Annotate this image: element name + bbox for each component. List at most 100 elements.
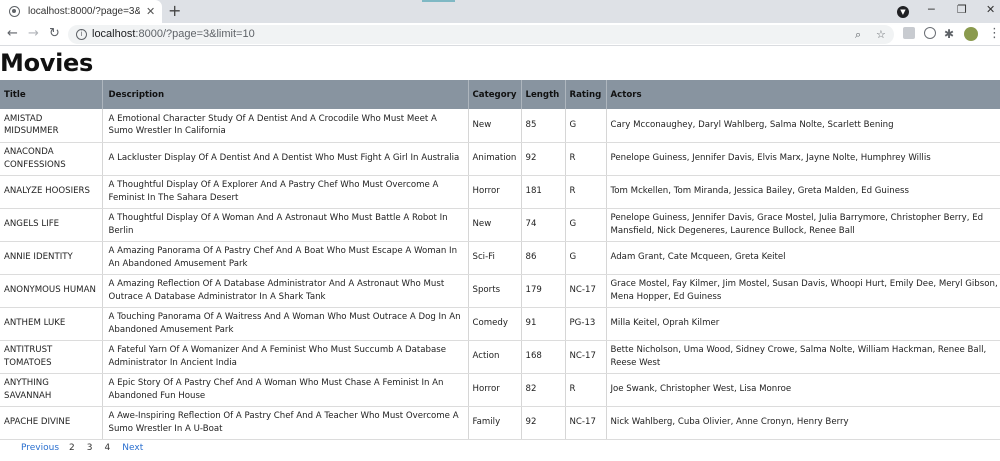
avatar[interactable] (964, 27, 978, 41)
table-row: APACHE DIVINE A Awe-Inspiring Reflection … (0, 406, 1000, 440)
cell-length: 179 (520, 274, 565, 308)
cell-rating: G (564, 109, 606, 143)
close-window-icon[interactable]: ✕ (986, 2, 995, 18)
cell-rating: G (564, 241, 606, 275)
cell-length: 168 (520, 340, 565, 374)
cell-rating: NC-17 (564, 340, 606, 374)
column-header-description: Description (101, 80, 468, 109)
cell-title: ANNIE IDENTITY (0, 241, 102, 275)
back-icon[interactable]: ← (7, 26, 18, 42)
cell-length: 82 (520, 373, 565, 407)
cell-category: Family (467, 406, 521, 440)
cell-length: 91 (520, 307, 565, 341)
cell-actors: Penelope Guiness, Jennifer Davis, Elvis … (605, 142, 1000, 176)
extension-circle-icon[interactable] (924, 27, 936, 39)
minimize-icon[interactable]: ─ (928, 2, 935, 18)
cell-rating: R (564, 373, 606, 407)
page-number[interactable]: 2 (69, 442, 75, 454)
pagination: Previous 2 3 4 Next (21, 442, 153, 454)
cell-category: Horror (467, 175, 521, 209)
cell-rating: R (564, 175, 606, 209)
cell-category: Animation (467, 142, 521, 176)
cell-length: 181 (520, 175, 565, 209)
cell-actors: Penelope Guiness, Jennifer Davis, Grace … (605, 208, 1000, 242)
cell-rating: G (564, 208, 606, 242)
cell-title: APACHE DIVINE (0, 406, 102, 440)
cell-category: Sports (467, 274, 521, 308)
cell-category: Comedy (467, 307, 521, 341)
next-page-link[interactable]: Next (122, 442, 143, 454)
table-row: AMISTAD MIDSUMMER A Emotional Character S… (0, 109, 1000, 143)
cell-description: A Awe-Inspiring Reflection Of A Pastry C… (101, 406, 468, 440)
table-row: ANTHEM LUKE A Touching Panorama Of A Wait… (0, 307, 1000, 341)
column-header-category: Category (467, 80, 521, 109)
zoom-icon[interactable]: ⌕ (855, 27, 861, 42)
column-header-title: Title (0, 80, 102, 109)
table-row: ANONYMOUS HUMAN A Amazing Reflection Of A… (0, 274, 1000, 308)
cell-actors: Nick Wahlberg, Cuba Olivier, Anne Cronyn… (605, 406, 1000, 440)
cell-description: A Lackluster Display Of A Dentist And A … (101, 142, 468, 176)
column-header-actors: Actors (605, 80, 1000, 109)
bookmark-star-icon[interactable]: ☆ (876, 27, 886, 42)
cell-rating: PG-13 (564, 307, 606, 341)
cell-category: Action (467, 340, 521, 374)
cell-title: AMISTAD MIDSUMMER (0, 109, 102, 143)
browser-toolbar: ← → ↻ i localhost:8000/?page=3&limit=10 … (0, 23, 1000, 46)
cell-length: 74 (520, 208, 565, 242)
cell-actors: Adam Grant, Cate Mcqueen, Greta Keitel (605, 241, 1000, 275)
cell-actors: Cary Mcconaughey, Daryl Wahlberg, Salma … (605, 109, 1000, 143)
table-header-row: Title Description Category Length Rating… (0, 80, 1000, 109)
page-number[interactable]: 4 (105, 442, 111, 454)
table-row: ANNIE IDENTITY A Amazing Panorama Of A Pa… (0, 241, 1000, 275)
cell-length: 85 (520, 109, 565, 143)
cell-description: A Amazing Panorama Of A Pastry Chef And … (101, 241, 468, 275)
cell-rating: R (564, 142, 606, 176)
menu-kebab-icon[interactable]: ⋮ (988, 26, 1000, 42)
cell-title: ANGELS LIFE (0, 208, 102, 242)
forward-icon[interactable]: → (28, 26, 39, 42)
cell-actors: Milla Keitel, Oprah Kilmer (605, 307, 1000, 341)
extension-icon[interactable] (903, 27, 915, 39)
browser-tab-strip: localhost:8000/?page=3&limit=1 ✕ + ▼ ─ ❐… (0, 0, 1000, 23)
cell-title: ANALYZE HOOSIERS (0, 175, 102, 209)
cell-actors: Grace Mostel, Fay Kilmer, Jim Mostel, Su… (605, 274, 1000, 308)
previous-page-link[interactable]: Previous (21, 442, 59, 454)
cell-title: ANTITRUST TOMATOES (0, 340, 102, 374)
reload-icon[interactable]: ↻ (49, 26, 60, 42)
cell-category: New (467, 109, 521, 143)
cell-category: Sci-Fi (467, 241, 521, 275)
address-bar[interactable]: i localhost:8000/?page=3&limit=10 ⌕ ☆ (68, 25, 894, 44)
tab-strip-accent (422, 0, 455, 2)
cell-description: A Emotional Character Study Of A Dentist… (101, 109, 468, 143)
cell-actors: Bette Nicholson, Uma Wood, Sidney Crowe,… (605, 340, 1000, 374)
column-header-rating: Rating (564, 80, 606, 109)
cell-rating: NC-17 (564, 406, 606, 440)
page-number[interactable]: 3 (87, 442, 93, 454)
new-tab-button[interactable]: + (168, 2, 181, 20)
cell-description: A Touching Panorama Of A Waitress And A … (101, 307, 468, 341)
address-url[interactable]: localhost:8000/?page=3&limit=10 (92, 27, 255, 42)
tab-title: localhost:8000/?page=3&limit=1 (28, 6, 140, 17)
cell-title: ANONYMOUS HUMAN (0, 274, 102, 308)
puzzle-icon[interactable]: ✱ (944, 26, 954, 42)
browser-tab[interactable]: localhost:8000/?page=3&limit=1 ✕ (0, 0, 162, 23)
column-header-length: Length (520, 80, 565, 109)
cell-description: A Thoughtful Display Of A Woman And A As… (101, 208, 468, 242)
table-row: ANALYZE HOOSIERS A Thoughtful Display Of … (0, 175, 1000, 209)
cell-title: ANTHEM LUKE (0, 307, 102, 341)
close-tab-icon[interactable]: ✕ (146, 6, 155, 17)
site-info-icon[interactable]: i (76, 29, 87, 40)
cell-category: New (467, 208, 521, 242)
table-row: ANTITRUST TOMATOES A Fateful Yarn Of A Wo… (0, 340, 1000, 374)
cell-actors: Tom Mckellen, Tom Miranda, Jessica Baile… (605, 175, 1000, 209)
maximize-icon[interactable]: ❐ (957, 2, 967, 18)
cell-actors: Joe Swank, Christopher West, Lisa Monroe (605, 373, 1000, 407)
cell-length: 92 (520, 406, 565, 440)
tab-search-icon[interactable]: ▼ (897, 6, 909, 18)
cell-description: A Epic Story Of A Pastry Chef And A Woma… (101, 373, 468, 407)
cell-length: 86 (520, 241, 565, 275)
table-row: ANGELS LIFE A Thoughtful Display Of A Wom… (0, 208, 1000, 242)
cell-length: 92 (520, 142, 565, 176)
movies-table: Title Description Category Length Rating… (0, 80, 1000, 440)
globe-icon (9, 6, 20, 17)
